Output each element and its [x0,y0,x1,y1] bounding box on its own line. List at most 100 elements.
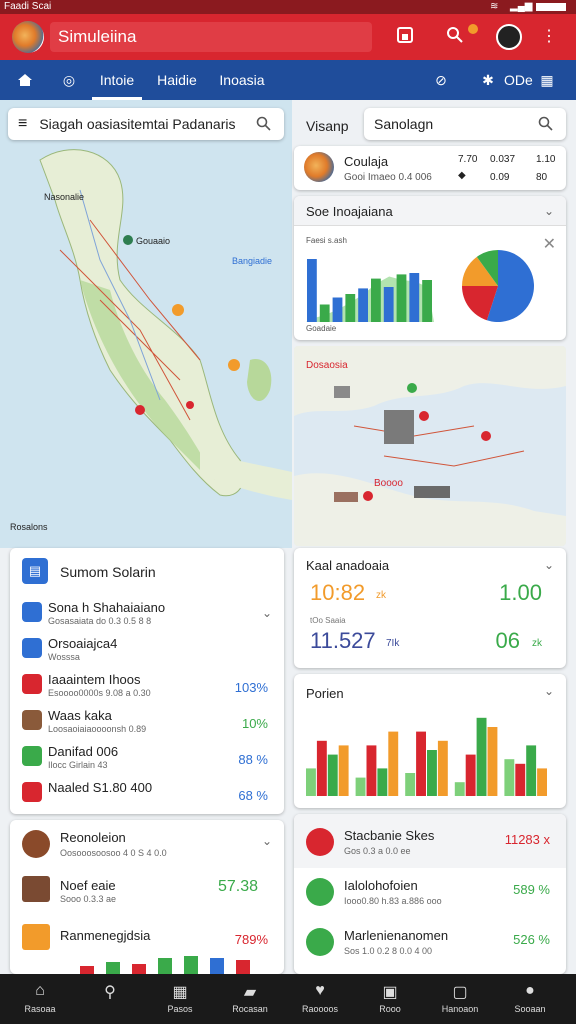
list-item-sub: Gosasaiata do 0.3 0.5 8 8 [48,616,152,626]
bottom-nav-label: Hanoaon [441,1004,479,1014]
list-item[interactable]: Waas kaka Loosaoiaiaoooonsh 0.89 10% [10,706,284,742]
list-item[interactable]: Sona h Shahaiaiano Gosasaiata do 0.3 0.5 … [10,598,284,634]
bottom-nav-item[interactable]: ● Sooaan [498,974,562,1024]
home-icon[interactable] [10,60,40,100]
map-left-graphic [39,149,292,500]
left-list-card: ▤ Sumom Solarin Sona h Shahaiaiano Gosasa… [10,548,284,814]
list-item[interactable]: Marlenienanomen Sos 1.0 0.2 8 0.0 4 00 526… [294,924,566,968]
grouped-bar-chart [306,717,547,796]
map-right[interactable]: Dosaosia Boooo [294,346,566,546]
box-icon: ▣ [382,984,398,1001]
chart-small-label: Faesi s.ash [306,236,347,245]
compass-nav-icon[interactable]: ⊘ [428,60,454,100]
nav-bar: ◎ Intoie Haidie Inoasia ⊘ ✱ ODe ▦ [0,60,576,100]
list-item[interactable]: Danifad 006 Ilocc Girlain 43 88 % [10,742,284,778]
right-search-bar[interactable]: Sanolagn [364,108,566,140]
list-item[interactable]: Stacbanie Skes Gos 0.3 a 0.0 ee 11283 x [294,824,566,868]
list-item-value: 88 % [238,752,268,767]
chart-panel-header[interactable]: Soe Inoajaiana ⌄ [294,196,566,226]
summary-card[interactable]: Coulaja Gooi Imaeo 0.4 006 7.70 ◆ 0.037 … [294,146,566,190]
battery-icon [536,3,566,11]
mini-bar [409,273,420,322]
right-bottom-card: Stacbanie Skes Gos 0.3 a 0.0 ee 11283 x Ial… [294,814,566,974]
wifi-icon: ≋ [490,1,499,12]
list-item[interactable]: Iaaaintem Ihoos Esoooo0000s 9.08 a 0.30 10… [10,670,284,706]
bar [338,745,349,796]
close-icon[interactable]: ✕ [543,234,556,254]
heart-icon: ♥ [315,982,325,999]
status-text: Faadi Scai [4,1,52,12]
status-icon [306,878,334,906]
tab-inoasia[interactable]: Inoasia [212,60,272,100]
bar [437,740,448,796]
bar [316,740,327,796]
left-bottom-card: Reonoleion Oosooosoosoo 4 0 S 4 0.0 ⌄ No… [10,820,284,974]
list-item[interactable]: Ialolohofoien Iooo0.80 h.83 a.886 ooo 589 … [294,874,566,918]
app-logo[interactable] [12,21,44,53]
avatar [22,830,50,858]
lb-sub: Oosooosoosoo 4 0 S 4 0.0 [60,848,167,858]
list-item[interactable]: Naaled S1.80 400 68 % [10,778,284,814]
chevron-down-icon[interactable]: ⌄ [262,834,272,848]
stat-unit-4: zk [532,638,542,649]
right-search-input[interactable]: Sanolagn [374,116,433,132]
lb-title: Reonoleion [60,830,126,845]
left-search-icon[interactable] [256,116,272,132]
chevron-down-icon[interactable]: ⌄ [544,558,554,572]
more-icon[interactable]: ⋮ [538,26,560,48]
chevron-down-icon[interactable]: ⌄ [262,606,272,620]
avatar[interactable] [496,24,522,50]
profile-icon: ● [525,982,535,999]
pie-chart [462,250,534,322]
house-icon [22,710,42,730]
tab-intoie[interactable]: Intoie [92,60,142,100]
list-item-title: Danifad 006 [48,744,119,759]
save-icon[interactable] [394,26,416,48]
map-right-graphic [294,346,566,546]
bar [427,750,437,796]
person-icon [22,674,42,694]
left-search-bar[interactable]: ≡ Siagah oasiasitemtai Padanaris [8,108,284,140]
status-icon [306,828,334,856]
bottom-nav-item[interactable]: ▢ Hanoaon [428,974,492,1024]
bottom-nav: ⌂ Rasoaa ⚲ ▦ Pasos ▰ Rocasan ♥ Raoooos ▣ Rooo ▢ Hano… [0,974,576,1024]
menu-icon[interactable]: ≡ [18,115,27,133]
mini-bar [383,287,394,322]
bar [327,754,338,796]
bottom-nav-item[interactable]: ▰ Rocasan [218,974,282,1024]
chevron-down-icon[interactable]: ⌄ [544,684,554,698]
chart-footer: Goadaie [306,324,337,333]
stat-label[interactable]: ODe [504,60,533,100]
right-search-icon[interactable] [538,116,554,132]
mini-bar [396,274,407,322]
home-icon: ⌂ [35,982,45,999]
list-item-sub: Loosaoiaiaoooonsh 0.89 [48,724,147,734]
bottom-nav-item[interactable]: ▣ Rooo [358,974,422,1024]
chat-icon: ▢ [452,984,468,1001]
chevron-down-icon[interactable]: ⌄ [544,204,554,218]
list-item-value: 103% [234,680,268,695]
bottom-nav-item[interactable]: ▦ Pasos [148,974,212,1024]
bottom-nav-item[interactable]: ⚲ [78,974,142,1024]
list-item[interactable]: Orsoaiajca4 Wosssa [10,634,284,670]
notification-dot [468,24,478,34]
bottom-nav-item[interactable]: ♥ Raoooos [288,974,352,1024]
list-item-title: Waas kaka [48,708,112,723]
lb-mini-bars [80,956,250,974]
search-icon[interactable] [444,26,466,48]
lb-row2-value: 789% [234,932,268,947]
map-left[interactable]: Nasonalie Gouaaio Bangiadie Rosalons [0,100,292,548]
group-icon [22,746,42,766]
chart-icon[interactable]: ▦ [534,60,560,100]
status-bar: Faadi Scai ≋ ▂▄▆ [0,0,576,14]
stat-value-3: 11.527 [310,628,376,653]
bottom-nav-item[interactable]: ⌂ Rasoaa [8,974,72,1024]
list-item-title: Marlenienanomen [344,928,449,943]
tab-haidie[interactable]: Haidie [152,60,202,100]
left-search-input[interactable]: Siagah oasiasitemtai Padanaris [39,116,235,132]
compass-icon[interactable]: ◎ [54,60,84,100]
mini-bar [332,297,343,322]
status-icon [306,928,334,956]
mini-bar [319,304,330,322]
settings-icon[interactable]: ✱ [476,60,500,100]
